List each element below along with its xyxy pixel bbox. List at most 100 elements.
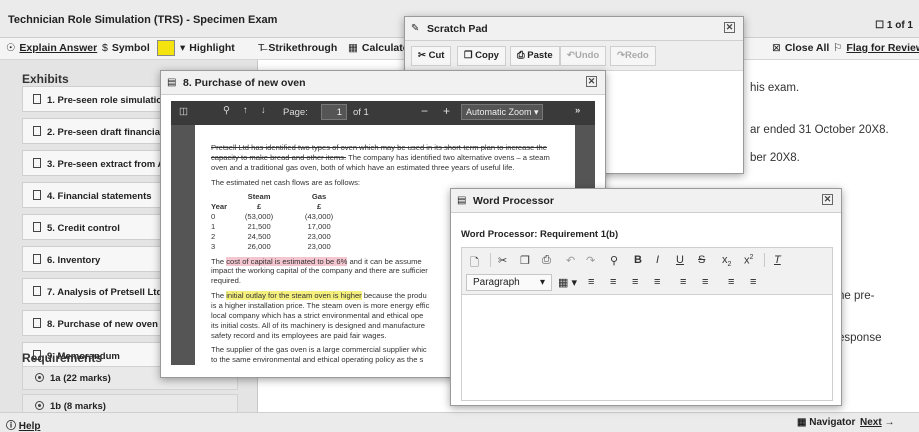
copy-icon: ❐ xyxy=(464,50,473,61)
next-button[interactable]: Next → xyxy=(860,417,894,428)
lightbulb-icon: ☉ xyxy=(6,42,16,54)
close-icon[interactable]: ✕ xyxy=(586,76,597,87)
pdf-paragraph: Pretsell Ltd has identified two types of… xyxy=(211,143,550,172)
close-icon[interactable]: ✕ xyxy=(822,194,833,205)
numbered-list-icon[interactable]: ≡ xyxy=(702,276,708,288)
italic-icon[interactable]: I xyxy=(656,254,659,266)
table-row: 0 (53,000) (43,000) xyxy=(211,212,334,222)
flag-icon: ⚐ xyxy=(833,42,843,54)
main-text-line: esponse xyxy=(838,332,882,344)
justify-icon[interactable]: ≡ xyxy=(654,276,660,288)
outdent-icon[interactable]: ≡ xyxy=(728,276,734,288)
table-row: 2 24,500 23,000 xyxy=(211,231,331,241)
undo-icon[interactable]: ↶ xyxy=(566,254,575,267)
exhibits-heading: Exhibits xyxy=(22,72,69,86)
redo-icon: ↷ xyxy=(617,50,625,61)
main-text-line: ber 20X8. xyxy=(750,152,800,164)
document-icon: ▤ xyxy=(167,77,177,88)
editor-textarea[interactable] xyxy=(461,295,833,401)
exhibit-window-titlebar[interactable]: ▤ 8. Purchase of new oven ✕ xyxy=(161,71,605,95)
zoom-out-icon[interactable]: − xyxy=(421,104,428,118)
strikethrough-button[interactable]: T̶ Strikethrough xyxy=(258,42,337,54)
sidebar-toggle-icon[interactable]: ◫ xyxy=(179,106,188,117)
bold-icon[interactable]: B xyxy=(634,254,642,266)
navigator-button[interactable]: ▦ Navigator xyxy=(797,417,855,428)
document-icon xyxy=(33,94,41,104)
new-document-icon[interactable]: 🗋 xyxy=(470,254,479,273)
cut-icon[interactable]: ✂ xyxy=(498,254,507,267)
highlight-color-swatch[interactable] xyxy=(157,40,175,56)
table-row: 1 21,500 17,000 xyxy=(211,222,331,232)
help-button[interactable]: ⓘ Help xyxy=(6,417,40,432)
dropdown-arrow-icon: ▾ xyxy=(180,42,186,54)
copy-icon[interactable]: ❐ xyxy=(520,254,530,267)
main-text-line: ar ended 31 October 20X8. xyxy=(750,124,889,136)
document-icon xyxy=(33,222,41,232)
underline-icon[interactable]: U xyxy=(676,254,684,266)
strikethrough-icon[interactable]: S xyxy=(698,254,705,266)
find-icon[interactable]: ⚲ xyxy=(610,254,618,267)
close-all-icon: ⊠ xyxy=(772,42,781,54)
undo-icon: ↶ xyxy=(567,50,575,61)
word-processor-titlebar[interactable]: ▤ Word Processor ✕ xyxy=(451,189,841,213)
search-icon[interactable]: ⚲ xyxy=(223,105,230,116)
zoom-in-icon[interactable]: + xyxy=(443,104,450,118)
more-tools-icon[interactable]: » xyxy=(575,105,580,116)
next-page-icon[interactable]: ↓ xyxy=(261,105,266,116)
redo-icon[interactable]: ↷ xyxy=(586,254,595,267)
dollar-icon: $ xyxy=(102,42,108,54)
copy-button[interactable]: ❐ Copy xyxy=(457,46,506,66)
page-count: of 1 xyxy=(353,107,369,118)
explain-answer-button[interactable]: ☉ Explain Answer xyxy=(6,42,97,54)
main-text-line: his exam. xyxy=(750,82,800,94)
word-processor-window: ▤ Word Processor ✕ Word Processor: Requi… xyxy=(450,188,842,406)
pdf-viewer-toolbar: ◫ ⚲ ↑ ↓ Page: 1 of 1 − + Automatic Zoom … xyxy=(171,101,595,125)
close-all-button[interactable]: ⊠ Close All xyxy=(772,42,829,54)
document-icon xyxy=(33,126,41,136)
align-left-icon[interactable]: ≡ xyxy=(588,276,594,288)
flag-for-review-button[interactable]: ⚐ Flag for Review xyxy=(833,42,919,54)
highlight-button[interactable]: ▾ Highlight xyxy=(180,42,235,54)
cash-flow-table: Steam Gas Year £ £ 0 (53,000) (43,000) 1 21,50… xyxy=(211,192,351,251)
target-icon xyxy=(35,401,44,410)
document-icon xyxy=(33,190,41,200)
table-row: 3 26,000 23,000 xyxy=(211,241,331,251)
page-label: Page: xyxy=(283,107,308,118)
table-icon[interactable]: ▦ ▾ xyxy=(558,276,577,289)
scratch-pad-titlebar[interactable]: ✎ Scratch Pad ✕ xyxy=(405,17,743,41)
editor-toolbar: 🗋 ✂ ❐ ⎙ ↶ ↷ ⚲ B I U S x2 x2 T Paragraph ▾… xyxy=(461,247,833,295)
target-icon xyxy=(35,373,44,382)
page-indicator: ☐ 1 of 1 xyxy=(875,20,913,31)
align-center-icon[interactable]: ≡ xyxy=(610,276,616,288)
toolbar-divider xyxy=(490,253,491,267)
app-title: Technician Role Simulation (TRS) - Speci… xyxy=(8,14,278,26)
exam-app: Technician Role Simulation (TRS) - Speci… xyxy=(0,0,919,432)
main-text-line: he pre- xyxy=(838,290,875,302)
document-icon xyxy=(33,286,41,296)
close-icon[interactable]: ✕ xyxy=(724,22,735,33)
clear-formatting-icon[interactable]: T xyxy=(774,254,781,266)
prev-page-icon[interactable]: ↑ xyxy=(243,105,248,116)
symbol-button[interactable]: $ Symbol xyxy=(102,42,150,54)
cut-button[interactable]: ✂ Cut xyxy=(411,46,452,66)
bullet-list-icon[interactable]: ≡ xyxy=(680,276,686,288)
requirements-heading: Requirements xyxy=(22,351,103,365)
undo-button[interactable]: ↶Undo xyxy=(560,46,607,66)
document-icon xyxy=(33,254,41,264)
indent-icon[interactable]: ≡ xyxy=(750,276,756,288)
comment-icon: ☐ xyxy=(875,20,885,31)
chevron-down-icon: ▾ xyxy=(539,277,545,288)
zoom-select[interactable]: Automatic Zoom ▾ xyxy=(461,104,543,120)
paragraph-format-select[interactable]: Paragraph ▾ xyxy=(466,274,552,291)
grid-icon: ▦ xyxy=(797,417,807,428)
paste-button[interactable]: ⎙ Paste xyxy=(510,46,560,66)
document-icon xyxy=(33,318,41,328)
redo-button[interactable]: ↷Redo xyxy=(610,46,656,66)
superscript-icon[interactable]: x2 xyxy=(744,254,753,267)
pdf-paragraph: The estimated net cash flows are as foll… xyxy=(211,177,360,187)
align-right-icon[interactable]: ≡ xyxy=(632,276,638,288)
paste-icon[interactable]: ⎙ xyxy=(542,254,551,267)
status-bar: ⓘ Help ▦ Navigator Next → xyxy=(0,412,919,432)
page-number-input[interactable]: 1 xyxy=(321,104,347,120)
subscript-icon[interactable]: x2 xyxy=(722,254,731,268)
